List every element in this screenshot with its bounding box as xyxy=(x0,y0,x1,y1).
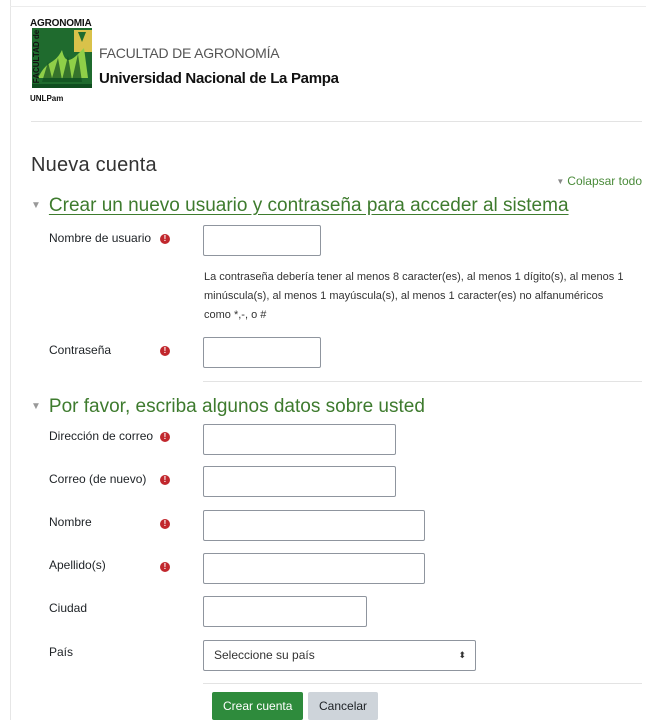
required-icon: ! xyxy=(160,230,170,244)
collapse-all-link[interactable]: ▼ Colapsar todo xyxy=(556,174,642,188)
email-confirm-label: Correo (de nuevo) xyxy=(49,472,147,486)
section-account-header[interactable]: ▼ Crear un nuevo usuario y contraseña par… xyxy=(31,195,569,217)
page-frame-left xyxy=(10,0,11,720)
required-icon: ! xyxy=(160,471,170,485)
university-name: Universidad Nacional de La Pampa xyxy=(99,70,339,87)
required-icon: ! xyxy=(160,515,170,529)
cancel-button[interactable]: Cancelar xyxy=(308,692,379,720)
collapse-all-label: Colapsar todo xyxy=(567,174,642,188)
create-account-button[interactable]: Crear cuenta xyxy=(212,692,304,720)
section-personal-header[interactable]: ▼ Por favor, escriba algunos datos sobre … xyxy=(31,396,425,418)
required-icon: ! xyxy=(160,558,170,572)
username-input[interactable] xyxy=(203,225,321,256)
header-divider xyxy=(31,121,642,122)
site-logo[interactable]: AGRONOMIA FACULTAD de UNLPam FACULTAD DE… xyxy=(24,18,354,104)
password-hint: La contraseña debería tener al menos 8 c… xyxy=(204,271,624,321)
username-label: Nombre de usuario xyxy=(49,231,152,245)
country-label: País xyxy=(49,645,74,659)
country-select-value: Seleccione su país xyxy=(214,648,315,662)
lastname-input[interactable] xyxy=(203,553,425,584)
sort-arrows-icon: ⬍ xyxy=(458,650,466,660)
logo-top-text: AGRONOMIA xyxy=(30,18,92,29)
form-footer-divider xyxy=(203,683,642,684)
page-frame-top xyxy=(10,6,646,7)
section-account-title: Crear un nuevo usuario y contraseña para… xyxy=(48,195,569,216)
email-input[interactable] xyxy=(203,424,396,455)
page-title: Nueva cuenta xyxy=(31,154,157,177)
faculty-name: FACULTAD DE AGRONOMÍA xyxy=(99,45,280,61)
required-icon: ! xyxy=(160,428,170,442)
country-select[interactable]: Seleccione su país ⬍ xyxy=(203,640,476,671)
triangle-down-icon: ▼ xyxy=(31,200,41,211)
section-divider xyxy=(203,381,642,382)
required-icon: ! xyxy=(160,342,170,356)
section-personal-title: Por favor, escriba algunos datos sobre u… xyxy=(48,396,425,417)
email-label: Dirección de correo xyxy=(49,429,154,443)
password-input[interactable] xyxy=(203,337,321,368)
triangle-down-icon: ▼ xyxy=(31,401,41,412)
password-label: Contraseña xyxy=(49,343,112,357)
city-input[interactable] xyxy=(203,596,367,627)
logo-side-text: FACULTAD de xyxy=(32,29,42,84)
firstname-label: Nombre xyxy=(49,515,92,529)
triangle-down-icon: ▼ xyxy=(556,177,565,186)
lastname-label: Apellido(s) xyxy=(49,558,106,572)
city-label: Ciudad xyxy=(49,601,88,615)
firstname-input[interactable] xyxy=(203,510,425,541)
email-confirm-input[interactable] xyxy=(203,466,396,497)
logo-unlpam-text: UNLPam xyxy=(30,94,64,103)
